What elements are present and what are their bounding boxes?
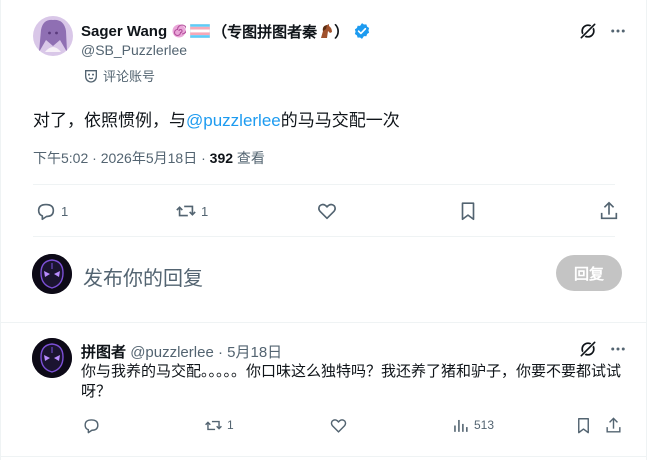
timeline-column: Sager Wang （专图拼图者秦 ） @SB_Puzzlerlee 评论账号… [0, 0, 647, 460]
comment-icon [35, 200, 57, 222]
author-name-row[interactable]: Sager Wang （专图拼图者秦 ） [81, 21, 371, 41]
reply-retweet-action[interactable]: 1 [204, 415, 234, 435]
views-icon [451, 416, 470, 435]
reply-retweet-count: 1 [227, 418, 234, 432]
reply-header: 拼图者 @puzzlerlee · 5月18日 [81, 341, 282, 362]
swirl-emoji-icon [172, 24, 187, 38]
retweet-count: 1 [201, 203, 209, 219]
more-icon[interactable] [607, 20, 629, 42]
divider [1, 322, 647, 323]
divider [33, 236, 615, 237]
views-label: 查看 [236, 150, 265, 166]
reply-text: 你与我养的马交配。。。。。你口味这么独特吗？我还养了猪和驴子，你要不要都试试呀？ [81, 363, 622, 400]
tweet-time[interactable]: 下午5:02 [33, 150, 88, 166]
author-name-suffix-end: ） [334, 23, 350, 41]
reply-author-handle[interactable]: @puzzlerlee [130, 344, 214, 361]
bookmark-icon[interactable] [573, 415, 593, 435]
separator-dot: · [201, 150, 206, 166]
reply-author-name[interactable]: 拼图者 [81, 344, 126, 361]
tweet-meta: 下午5:02 · 2026年5月18日 · 392 查看 [33, 148, 265, 168]
retweet-icon [175, 200, 197, 222]
retweet-action[interactable]: 1 [175, 200, 208, 222]
reply-action[interactable]: 1 [35, 200, 68, 222]
divider [1, 456, 647, 457]
reply-button[interactable]: 回复 [556, 255, 622, 291]
mask-icon [83, 68, 99, 84]
reply-views-action[interactable]: 513 [451, 415, 494, 435]
verified-badge-icon [353, 22, 371, 40]
tweet-text: 对了，依照惯例，与@puzzlerlee的马马交配一次 [33, 106, 400, 131]
reply-views-count: 513 [474, 418, 495, 432]
tweet-date[interactable]: 2026年5月18日 [101, 150, 198, 166]
share-icon[interactable] [603, 415, 623, 435]
author-avatar[interactable] [33, 16, 73, 56]
grok-icon[interactable] [577, 338, 599, 360]
like-icon[interactable] [316, 200, 338, 222]
tweet-text-part: 的马马交配一次 [280, 111, 400, 130]
share-icon[interactable] [598, 200, 620, 222]
more-icon[interactable] [607, 338, 629, 360]
mention-link[interactable]: @puzzlerlee [186, 111, 281, 130]
reply-author-avatar[interactable] [32, 338, 72, 378]
my-avatar[interactable] [32, 254, 72, 294]
separator-dot: · [92, 150, 97, 166]
horse-emoji-icon [318, 23, 334, 39]
divider [33, 184, 615, 185]
author-name[interactable]: Sager Wang [81, 23, 167, 40]
author-name-suffix: （专图拼图者秦 [212, 23, 318, 41]
account-type-label: 评论账号 [83, 66, 155, 85]
retweet-icon [204, 416, 223, 435]
reply-count: 1 [61, 203, 69, 219]
views-count: 392 [209, 150, 234, 166]
flag-emoji-icon [190, 24, 211, 38]
bookmark-icon[interactable] [457, 200, 479, 222]
comment-icon[interactable] [81, 415, 101, 435]
tweet-text-part: 对了，依照惯例，与 [33, 111, 186, 130]
author-handle[interactable]: @SB_Puzzlerlee [81, 42, 187, 58]
grok-icon[interactable] [577, 20, 599, 42]
reply-date[interactable]: 5月18日 [227, 344, 282, 361]
separator-dot: · [217, 344, 223, 361]
account-type-text: 评论账号 [103, 69, 156, 84]
like-icon[interactable] [328, 415, 348, 435]
reply-input[interactable]: 发布你的回复 [83, 262, 203, 291]
